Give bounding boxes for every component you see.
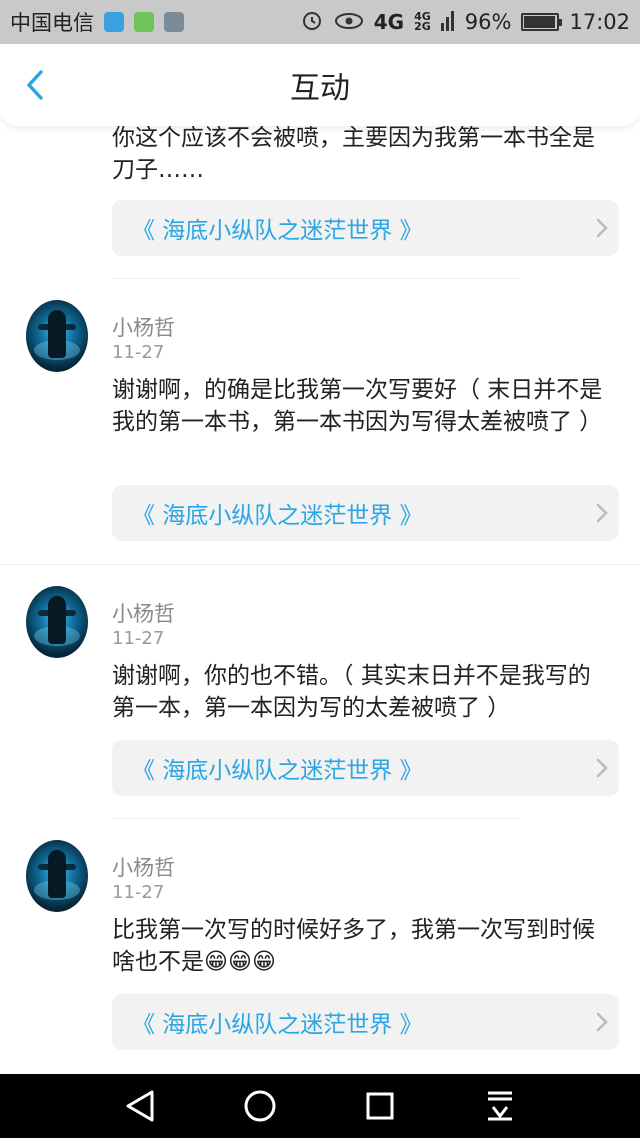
chevron-right-icon [585,218,619,238]
dual-network-label: 4G 2G [414,10,431,33]
comment-date: 11-27 [112,342,165,363]
avatar[interactable] [26,840,88,912]
comment-date: 11-27 [112,628,165,649]
divider [112,278,520,279]
status-bar: 中国电信 4G 4G 2G 96% 17:02 [0,0,640,44]
book-link[interactable]: 《 海底小纵队之迷茫世界 》 [112,740,619,796]
chevron-left-icon [27,70,43,100]
back-button[interactable] [18,68,52,102]
username[interactable]: 小杨哲 [112,312,175,342]
eye-comfort-icon [334,9,364,36]
book-title: 《 海底小纵队之迷茫世界 》 [132,758,423,784]
network-4g-label: 4G [373,10,405,34]
comment-item: 小杨哲 11-27 谢谢啊，的确是比我第一次写要好（ 末日并不是我的第一本书，第… [0,282,640,566]
divider [112,818,520,819]
chevron-right-icon [585,1012,619,1032]
book-title: 《 海底小纵队之迷茫世界 》 [132,218,423,244]
signal-icon [440,9,455,36]
chevron-right-icon [585,758,619,778]
pull-down-icon [488,1091,512,1121]
book-link[interactable]: 《 海底小纵队之迷茫世界 》 [112,994,619,1050]
circle-home-icon [244,1090,276,1122]
book-title: 《 海底小纵队之迷茫世界 》 [132,503,423,529]
comment-list[interactable]: 你这个应该不会被喷，主要因为我第一本书全是刀子…… 《 海底小纵队之迷茫世界 》… [0,126,640,1074]
comment-text: 比我第一次写的时候好多了，我第一次写到时候啥也不是😁😁😁 [112,917,595,975]
comment-text: 你这个应该不会被喷，主要因为我第一本书全是刀子…… [112,126,595,183]
nav-home-button[interactable] [230,1076,290,1136]
nav-notification-button[interactable] [470,1076,530,1136]
comment-item: 你这个应该不会被喷，主要因为我第一本书全是刀子…… 《 海底小纵队之迷茫世界 》 [0,126,640,282]
title-bar: 互动 [0,44,640,126]
book-link[interactable]: 《 海底小纵队之迷茫世界 》 [112,200,619,256]
system-nav-bar [0,1074,640,1138]
comment-item: 小杨哲 11-27 比我第一次写的时候好多了，我第一次写到时候啥也不是😁😁😁 《… [0,822,640,1074]
book-title: 《 海底小纵队之迷茫世界 》 [132,1012,423,1038]
comment-item: 小杨哲 11-27 谢谢啊，你的也不错。（ 其实末日并不是我写的第一本，第一本因… [0,568,640,820]
book-link[interactable]: 《 海底小纵队之迷茫世界 》 [112,485,619,541]
app-notification-icon [104,12,124,32]
nav-recents-button[interactable] [350,1076,410,1136]
avatar[interactable] [26,300,88,372]
page-title: 互动 [290,71,350,106]
chevron-right-icon [585,503,619,523]
username[interactable]: 小杨哲 [112,598,175,628]
comment-date: 11-27 [112,882,165,903]
username[interactable]: 小杨哲 [112,852,175,882]
carrier-label: 中国电信 [10,11,94,35]
comment-text: 谢谢啊，你的也不错。（ 其实末日并不是我写的第一本，第一本因为写的太差被喷了 ） [112,663,591,721]
alarm-icon [300,8,324,37]
clock: 17:02 [569,10,630,34]
comment-text: 谢谢啊，的确是比我第一次写要好（ 末日并不是我的第一本书，第一本书因为写得太差被… [112,377,603,435]
battery-icon [521,13,563,31]
app-notification-icon [134,12,154,32]
triangle-back-icon [126,1090,154,1122]
square-recents-icon [366,1092,394,1120]
gallery-notification-icon [164,12,184,32]
avatar[interactable] [26,586,88,658]
divider [0,564,640,565]
battery-percent: 96% [464,10,512,34]
nav-back-button[interactable] [110,1076,170,1136]
